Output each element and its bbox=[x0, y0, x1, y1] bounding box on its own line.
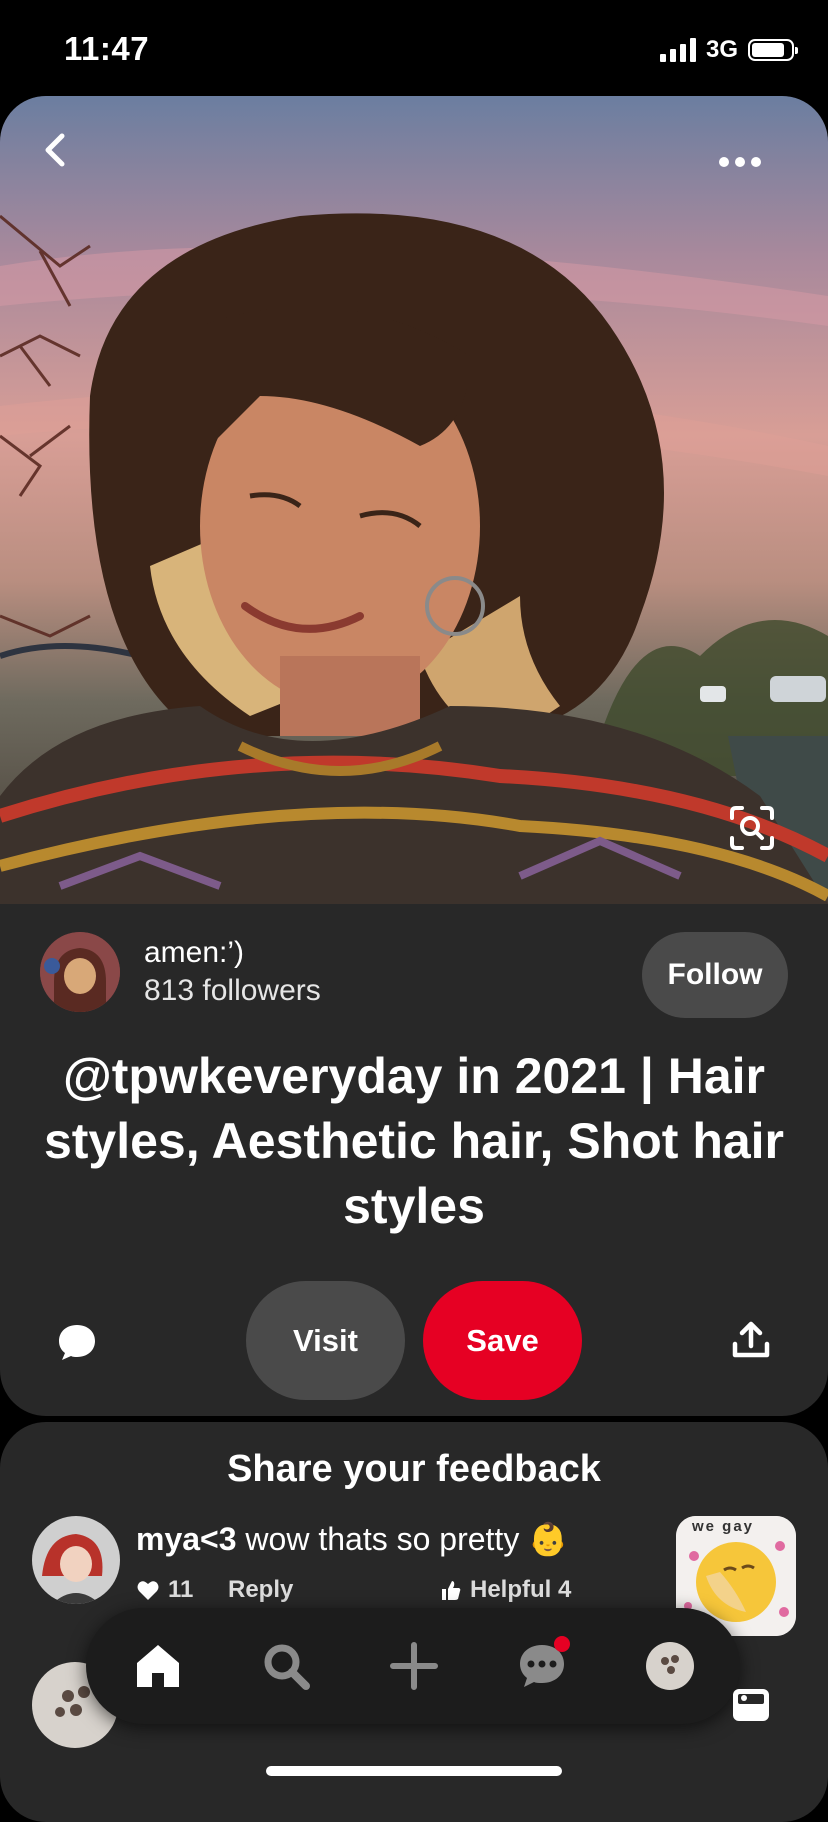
gallery-button[interactable] bbox=[728, 1682, 774, 1728]
bottom-nav bbox=[86, 1608, 740, 1724]
commenter-avatar[interactable] bbox=[32, 1516, 120, 1604]
status-indicators: 3G bbox=[659, 36, 798, 64]
creator-name[interactable]: amen:’) bbox=[144, 936, 244, 970]
feedback-title: Share your feedback bbox=[227, 1448, 601, 1490]
creator-row: amen:’) 813 followers Follow bbox=[40, 932, 788, 1018]
pin-title: @tpwkeveryday in 2021 | Hair styles, Aes… bbox=[43, 1048, 785, 1234]
nav-messages[interactable] bbox=[502, 1626, 582, 1706]
nav-profile[interactable] bbox=[630, 1626, 710, 1706]
notification-dot bbox=[554, 1636, 570, 1652]
visual-search-button[interactable] bbox=[728, 804, 784, 860]
comment-text: mya<3 wow thats so pretty 👶 bbox=[136, 1520, 568, 1558]
plus-icon bbox=[390, 1642, 438, 1690]
status-time: 11:47 bbox=[64, 30, 150, 67]
comment-icon bbox=[59, 1325, 95, 1360]
nav-create[interactable] bbox=[374, 1626, 454, 1706]
back-button[interactable] bbox=[42, 132, 94, 184]
follow-button[interactable]: Follow bbox=[642, 932, 788, 1018]
heart-icon bbox=[137, 1581, 159, 1600]
thumbs-up-icon bbox=[442, 1581, 461, 1600]
comment-body: wow thats so pretty bbox=[245, 1521, 520, 1557]
gallery-icon bbox=[733, 1689, 769, 1721]
pin-card: amen:’) 813 followers Follow @tpwkeveryd… bbox=[0, 96, 828, 1416]
avatar-image bbox=[40, 932, 120, 1012]
commenter-avatar-image bbox=[32, 1516, 120, 1604]
share-icon bbox=[732, 1321, 770, 1358]
visit-button[interactable]: Visit bbox=[246, 1281, 405, 1400]
like-count: 11 bbox=[168, 1576, 194, 1603]
helpful-label: Helpful 4 bbox=[470, 1576, 572, 1603]
more-options-button[interactable] bbox=[718, 156, 778, 196]
pin-image[interactable] bbox=[0, 96, 828, 904]
status-bar: 11:47 3G bbox=[0, 0, 828, 96]
pin-photo bbox=[0, 213, 828, 904]
share-button[interactable] bbox=[726, 1315, 776, 1365]
action-row: Visit Save bbox=[0, 1281, 828, 1401]
comment-emoji: 👶 bbox=[528, 1521, 569, 1557]
signal-icon bbox=[659, 38, 696, 62]
nav-home[interactable] bbox=[118, 1626, 198, 1706]
network-type: 3G bbox=[705, 36, 738, 63]
creator-avatar[interactable] bbox=[40, 932, 120, 1012]
like-button[interactable]: 11 bbox=[136, 1576, 193, 1604]
search-icon bbox=[264, 1644, 310, 1690]
helpful-button[interactable]: Helpful 4 bbox=[440, 1576, 571, 1604]
home-icon bbox=[137, 1645, 179, 1687]
sticker-text: we gay bbox=[692, 1518, 755, 1535]
home-indicator bbox=[266, 1766, 562, 1776]
creator-followers: 813 followers bbox=[144, 974, 321, 1007]
save-button[interactable]: Save bbox=[423, 1281, 582, 1400]
nav-search[interactable] bbox=[246, 1626, 326, 1706]
back-icon bbox=[45, 133, 65, 167]
more-icon bbox=[719, 157, 761, 167]
comment-author[interactable]: mya<3 bbox=[136, 1521, 237, 1557]
battery-icon bbox=[748, 39, 798, 61]
comment-button[interactable] bbox=[52, 1317, 102, 1367]
profile-avatar-icon bbox=[646, 1642, 694, 1690]
visual-search-icon bbox=[730, 806, 774, 850]
reply-button[interactable]: Reply bbox=[228, 1576, 293, 1604]
